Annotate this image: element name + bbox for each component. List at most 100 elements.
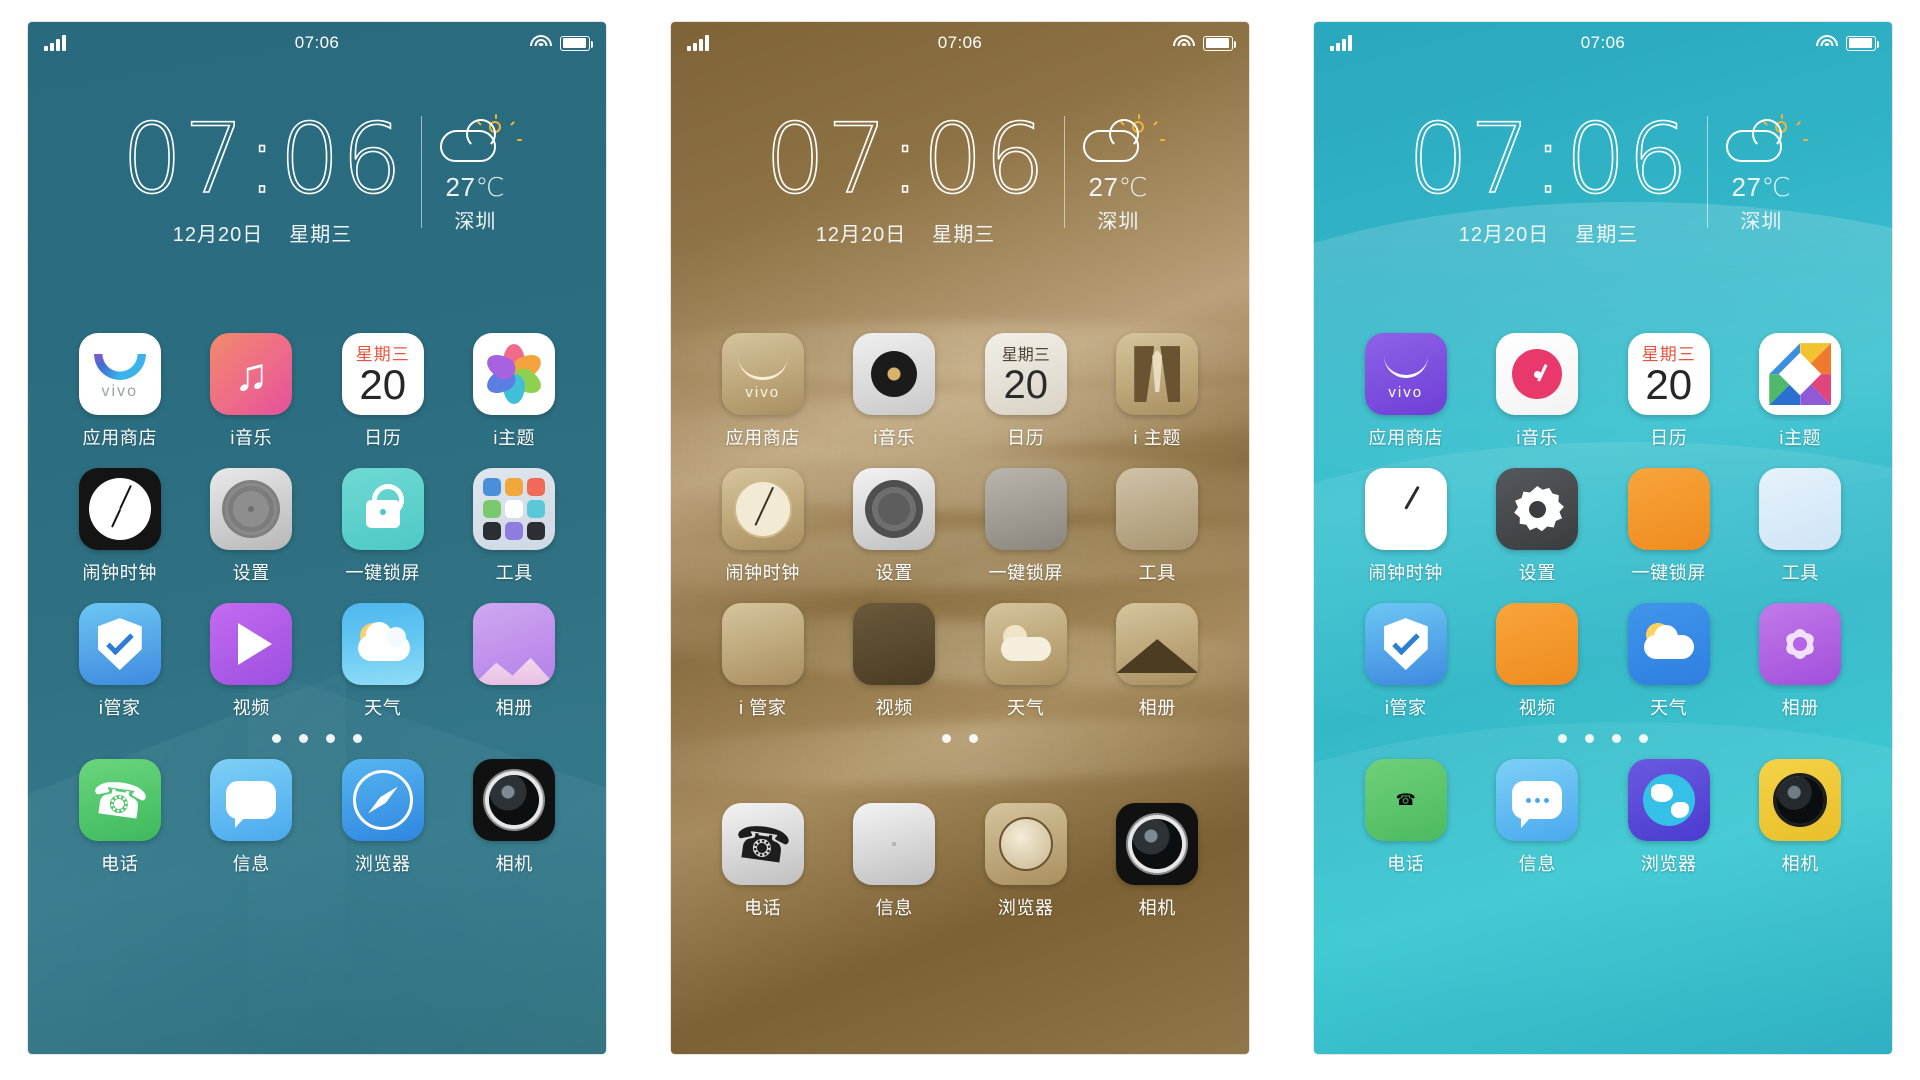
- app-label: 应用商店: [725, 428, 800, 449]
- app-icon-theme[interactable]: i主题: [449, 333, 581, 450]
- app-icon-weather[interactable]: 天气: [317, 603, 449, 720]
- app-icon-video[interactable]: 视频: [1472, 603, 1604, 720]
- app-label: 应用商店: [82, 428, 157, 449]
- status-bar-right: [1625, 35, 1880, 51]
- weather-column[interactable]: 27℃ 深圳: [1081, 112, 1166, 234]
- city-text: 深圳: [454, 211, 497, 233]
- app-icon-gallery[interactable]: 相册: [1092, 603, 1224, 720]
- vivo-app-store-icon: vivo: [78, 333, 161, 416]
- settings-gear-icon: [210, 468, 293, 551]
- app-icon-calendar[interactable]: 星期三 20 日历: [1603, 333, 1735, 450]
- dock-icon-browser[interactable]: 浏览器: [1603, 759, 1735, 876]
- app-label: 闹钟时钟: [82, 563, 157, 584]
- app-icon-tools[interactable]: 工具: [1735, 468, 1867, 585]
- app-icon-guard[interactable]: i管家: [1340, 603, 1472, 720]
- app-icon-guard[interactable]: i管家: [54, 603, 186, 720]
- app-icon-lock[interactable]: 一键锁屏: [317, 468, 449, 585]
- page-indicator[interactable]: [1314, 720, 1892, 753]
- page-dot[interactable]: [299, 734, 308, 744]
- app-icon-clock[interactable]: 闹钟时钟: [1340, 468, 1472, 585]
- dock-icon-browser[interactable]: 浏览器: [960, 803, 1092, 920]
- page-dot[interactable]: [942, 734, 951, 744]
- app-icon-lock[interactable]: 一键锁屏: [960, 468, 1092, 585]
- clock-weather-widget[interactable]: 07:06 12月20日 星期三 27℃ 深圳: [671, 64, 1249, 247]
- theme-icon: [473, 333, 556, 416]
- app-icon-weather[interactable]: 天气: [960, 603, 1092, 720]
- big-clock: 07:06: [764, 110, 1047, 208]
- page-dot[interactable]: [353, 734, 362, 744]
- dock-icon-phone[interactable]: ☎ 电话: [697, 803, 829, 920]
- app-icon-settings[interactable]: 设置: [1472, 468, 1604, 585]
- status-bar-clock: 07:06: [294, 33, 340, 52]
- app-icon-clock[interactable]: 闹钟时钟: [697, 468, 829, 585]
- app-icon-weather[interactable]: 天气: [1603, 603, 1735, 720]
- app-icon-settings[interactable]: 设置: [829, 468, 961, 585]
- app-icon-music[interactable]: i音乐: [1472, 333, 1604, 450]
- page-dot[interactable]: [1639, 734, 1648, 744]
- app-icon-lock[interactable]: 一键锁屏: [1603, 468, 1735, 585]
- app-label: 日历: [364, 428, 402, 449]
- page-dot[interactable]: [272, 734, 281, 744]
- app-icon-music[interactable]: i音乐: [829, 333, 961, 450]
- page-dot[interactable]: [1558, 734, 1567, 744]
- page-dot[interactable]: [1612, 734, 1621, 744]
- app-icon-store[interactable]: vivo 应用商店: [54, 333, 186, 450]
- dock: ☎ 电话 信息 浏览器 相机: [671, 753, 1249, 920]
- app-icon-music[interactable]: ♫ i音乐: [186, 333, 318, 450]
- signal-bars-icon: [1330, 35, 1352, 51]
- status-bar-clock: 07:06: [1580, 33, 1626, 52]
- app-icon-theme[interactable]: i主题: [1735, 333, 1867, 450]
- page-indicator[interactable]: [671, 720, 1249, 753]
- app-icon-settings[interactable]: 设置: [186, 468, 318, 585]
- weekday-text: 星期三: [1575, 224, 1639, 247]
- app-icon-calendar[interactable]: 星期三 20 日历: [317, 333, 449, 450]
- big-clock: 07:06: [121, 110, 404, 208]
- page-dot[interactable]: [326, 734, 335, 744]
- clock-weather-widget[interactable]: 07:06 12月20日 星期三 27℃ 深圳: [1314, 64, 1892, 247]
- dock-label: 信息: [1518, 854, 1556, 875]
- app-icon-tools[interactable]: 工具: [1092, 468, 1224, 585]
- app-icon-calendar[interactable]: 星期三 20 日历: [960, 333, 1092, 450]
- app-icon-store[interactable]: vivo 应用商店: [1340, 333, 1472, 450]
- weather-column[interactable]: 27℃ 深圳: [1724, 112, 1809, 234]
- vivo-app-store-icon: vivo: [721, 333, 804, 416]
- app-label: 闹钟时钟: [725, 563, 800, 584]
- app-label: i 管家: [739, 698, 787, 719]
- clock-colon: :: [1531, 103, 1566, 215]
- calendar-icon: 星期三 20: [984, 333, 1067, 416]
- app-icon-guard[interactable]: i 管家: [697, 603, 829, 720]
- weather-column[interactable]: 27℃ 深圳: [438, 112, 523, 234]
- settings-gear-icon: [1496, 468, 1579, 551]
- dock-icon-messages[interactable]: 信息: [186, 759, 318, 876]
- dock-icon-camera[interactable]: 相机: [1735, 759, 1867, 876]
- page-dot[interactable]: [1585, 734, 1594, 744]
- app-icon-gallery[interactable]: 相册: [1735, 603, 1867, 720]
- app-icon-tools[interactable]: 工具: [449, 468, 581, 585]
- clock-icon: [1364, 468, 1447, 551]
- dock-icon-camera[interactable]: 相机: [1092, 803, 1224, 920]
- status-bar-left: [44, 35, 295, 51]
- page-dot[interactable]: [969, 734, 978, 744]
- app-icon-store[interactable]: vivo 应用商店: [697, 333, 829, 450]
- status-bar-clock: 07:06: [937, 33, 983, 52]
- city-text: 深圳: [1097, 211, 1140, 233]
- dock-label: 相机: [495, 854, 533, 875]
- dock-icon-camera[interactable]: 相机: [449, 759, 581, 876]
- dock-icon-messages[interactable]: 信息: [1472, 759, 1604, 876]
- app-icon-video[interactable]: 视频: [829, 603, 961, 720]
- widget-divider: [1707, 116, 1709, 228]
- app-icon-clock[interactable]: 闹钟时钟: [54, 468, 186, 585]
- dock-icon-phone[interactable]: ☎ 电话: [1340, 759, 1472, 876]
- page-indicator[interactable]: [28, 720, 606, 753]
- dock-icon-messages[interactable]: 信息: [829, 803, 961, 920]
- dock-icon-phone[interactable]: ☎ 电话: [54, 759, 186, 876]
- tools-folder-icon: [1759, 468, 1842, 551]
- date-line: 12月20日 星期三: [173, 218, 353, 247]
- app-icon-gallery[interactable]: 相册: [449, 603, 581, 720]
- app-label: 设置: [875, 563, 913, 584]
- clock-weather-widget[interactable]: 07:06 12月20日 星期三 27℃ 深圳: [28, 64, 606, 247]
- app-icon-theme[interactable]: i 主题: [1092, 333, 1224, 450]
- dock-icon-browser[interactable]: 浏览器: [317, 759, 449, 876]
- dock: ☎ 电话 信息 浏览器 相机: [1314, 753, 1892, 876]
- app-icon-video[interactable]: 视频: [186, 603, 318, 720]
